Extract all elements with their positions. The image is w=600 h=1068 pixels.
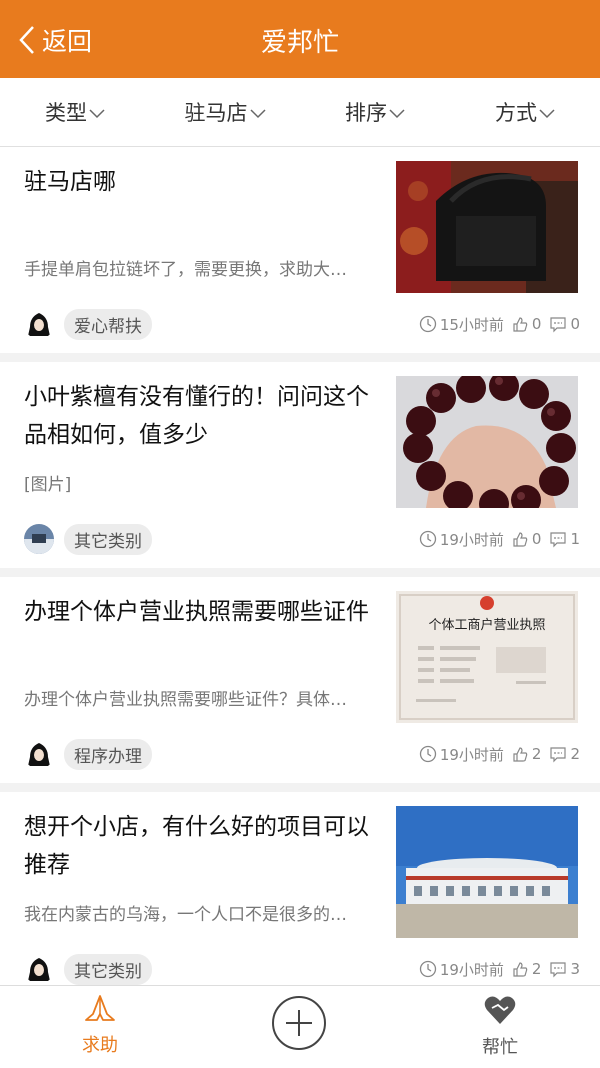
filter-sort-label: 排序 bbox=[345, 101, 387, 125]
thumbs-up-icon[interactable] bbox=[512, 961, 529, 978]
filter-location[interactable]: 驻马店 bbox=[150, 78, 300, 146]
page-title: 爱邦忙 bbox=[260, 28, 339, 58]
item-stats: 19小时前 2 2 bbox=[419, 744, 580, 765]
header-bar: 返回 爱邦忙 bbox=[0, 0, 600, 78]
comment-count: 0 bbox=[570, 315, 580, 333]
avatar[interactable] bbox=[24, 954, 54, 984]
chevron-down-icon bbox=[89, 109, 105, 119]
comment-count: 2 bbox=[570, 745, 580, 763]
like-count: 0 bbox=[531, 530, 542, 548]
item-title: 办理个体户营业执照需要哪些证件 bbox=[24, 599, 369, 625]
list-item[interactable]: 办理个体户营业执照需要哪些证件 办理个体户营业执照需要哪些证件？具体… 个体工商… bbox=[0, 577, 600, 783]
category-tag[interactable]: 爱心帮扶 bbox=[64, 308, 152, 340]
item-description: 我在内蒙古的乌海，一个人口不是很多的… bbox=[24, 905, 347, 925]
avatar[interactable] bbox=[24, 739, 54, 769]
post-time: 19小时前 bbox=[439, 530, 504, 549]
item-stats: 19小时前 2 3 bbox=[419, 959, 580, 980]
clock-icon bbox=[419, 745, 436, 763]
clock-icon bbox=[419, 960, 436, 978]
comment-icon[interactable] bbox=[549, 531, 567, 548]
item-stats: 15小时前 0 0 bbox=[419, 314, 580, 335]
business-license-photo: 个体工商户营业执照 bbox=[396, 591, 578, 723]
clock-icon bbox=[419, 530, 436, 548]
tab-help-others[interactable]: 帮忙 bbox=[450, 994, 550, 1059]
like-count: 2 bbox=[531, 960, 542, 978]
item-title: 想开个小店，有什么好的项目可以推荐 bbox=[24, 814, 369, 878]
avatar[interactable] bbox=[24, 524, 54, 554]
item-meta: 其它类别 19小时前 0 1 bbox=[24, 522, 580, 556]
item-description: 手提单肩包拉链坏了，需要更换，求助大… bbox=[24, 260, 347, 280]
filter-method-label: 方式 bbox=[495, 101, 537, 125]
like-count: 0 bbox=[531, 315, 542, 333]
add-post-button[interactable] bbox=[272, 996, 326, 1050]
item-title: 驻马店哪 bbox=[24, 169, 116, 195]
item-description: 办理个体户营业执照需要哪些证件？具体… bbox=[24, 690, 347, 710]
comment-count: 1 bbox=[570, 530, 580, 548]
filter-bar: 类型 驻马店 排序 方式 bbox=[0, 78, 600, 147]
item-stats: 19小时前 0 1 bbox=[419, 529, 580, 550]
building-photo bbox=[396, 806, 578, 938]
black-bag-photo bbox=[396, 161, 578, 293]
comment-icon[interactable] bbox=[549, 746, 567, 763]
category-tag[interactable]: 其它类别 bbox=[64, 523, 152, 555]
tab-seek-help-label: 求助 bbox=[82, 1035, 118, 1056]
praying-hands-icon bbox=[85, 995, 115, 1021]
chevron-down-icon bbox=[539, 109, 555, 119]
chevron-down-icon bbox=[249, 109, 266, 119]
filter-sort[interactable]: 排序 bbox=[300, 78, 450, 146]
item-meta: 其它类别 19小时前 2 3 bbox=[24, 952, 580, 986]
help-request-list: 驻马店哪 手提单肩包拉链坏了，需要更换，求助大… 爱心帮扶 15小时前 0 0 … bbox=[0, 147, 600, 1007]
filter-location-label: 驻马店 bbox=[184, 101, 248, 125]
thumbs-up-icon[interactable] bbox=[512, 531, 529, 548]
item-title: 小叶紫檀有没有懂行的！问问这个品相如何，值多少 bbox=[24, 384, 369, 448]
bottom-tab-bar: 求助 帮忙 bbox=[0, 985, 600, 1068]
like-count: 2 bbox=[531, 745, 542, 763]
list-item[interactable]: 驻马店哪 手提单肩包拉链坏了，需要更换，求助大… 爱心帮扶 15小时前 0 0 bbox=[0, 147, 600, 353]
thumbs-up-icon[interactable] bbox=[512, 746, 529, 763]
item-description: [图片] bbox=[24, 475, 72, 495]
post-time: 15小时前 bbox=[439, 315, 504, 334]
category-tag[interactable]: 程序办理 bbox=[64, 738, 152, 770]
avatar[interactable] bbox=[24, 309, 54, 339]
chevron-down-icon bbox=[389, 109, 405, 119]
thumbs-up-icon[interactable] bbox=[512, 316, 529, 333]
comment-count: 3 bbox=[570, 960, 580, 978]
filter-type[interactable]: 类型 bbox=[0, 78, 150, 146]
filter-type-label: 类型 bbox=[45, 101, 87, 125]
item-meta: 程序办理 19小时前 2 2 bbox=[24, 737, 580, 771]
tab-help-others-label: 帮忙 bbox=[482, 1037, 518, 1058]
list-item[interactable]: 想开个小店，有什么好的项目可以推荐 我在内蒙古的乌海，一个人口不是很多的… 其它… bbox=[0, 792, 600, 998]
license-heading: 个体工商户营业执照 bbox=[428, 617, 545, 633]
tab-seek-help[interactable]: 求助 bbox=[50, 994, 150, 1057]
comment-icon[interactable] bbox=[549, 316, 567, 333]
post-time: 19小时前 bbox=[439, 745, 504, 764]
post-time: 19小时前 bbox=[439, 960, 504, 979]
bead-bracelet-photo bbox=[396, 376, 578, 508]
clock-icon bbox=[419, 315, 436, 333]
filter-method[interactable]: 方式 bbox=[450, 78, 600, 146]
category-tag[interactable]: 其它类别 bbox=[64, 953, 152, 985]
item-meta: 爱心帮扶 15小时前 0 0 bbox=[24, 307, 580, 341]
heart-handshake-icon bbox=[484, 996, 516, 1024]
comment-icon[interactable] bbox=[549, 961, 567, 978]
list-item[interactable]: 小叶紫檀有没有懂行的！问问这个品相如何，值多少 [图片] 其它类别 19小时前 … bbox=[0, 362, 600, 568]
